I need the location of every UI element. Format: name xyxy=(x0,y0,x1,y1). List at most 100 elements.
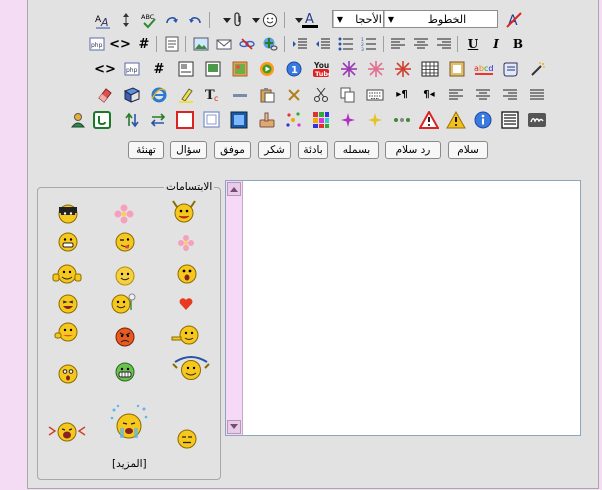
quick-button-sual[interactable]: سؤال xyxy=(170,141,207,159)
scroll-up-arrow[interactable] xyxy=(227,182,241,196)
remove-format-icon[interactable]: A xyxy=(504,10,524,30)
more-smilies-link[interactable]: [المزيد] xyxy=(112,458,147,470)
youtube-icon[interactable]: YouTube xyxy=(311,59,331,79)
document-lines-icon[interactable] xyxy=(500,110,520,130)
user-icon[interactable] xyxy=(68,110,88,130)
italic-icon[interactable]: I xyxy=(486,34,506,54)
align-center-icon[interactable] xyxy=(411,34,431,54)
scroll-text-icon[interactable] xyxy=(501,59,521,79)
quick-button-shukr[interactable]: شكر xyxy=(258,141,291,159)
html-code-icon[interactable]: <> xyxy=(109,34,131,54)
align-justify-icon[interactable] xyxy=(527,85,547,105)
code-icon[interactable]: # xyxy=(149,59,169,79)
smiley-heart[interactable] xyxy=(178,296,194,315)
cut-icon[interactable] xyxy=(311,85,331,105)
red-border-icon[interactable] xyxy=(175,110,195,130)
smiley-crying-tears[interactable] xyxy=(108,404,150,447)
underline-icon[interactable]: U xyxy=(463,34,483,54)
remove-link-icon[interactable] xyxy=(237,34,257,54)
eraser-icon[interactable] xyxy=(95,85,115,105)
quick-button-badiaa[interactable]: بادئة xyxy=(298,141,328,159)
smiley-tease[interactable] xyxy=(54,321,80,346)
book-icon[interactable] xyxy=(122,85,142,105)
smiley-cheer[interactable] xyxy=(171,354,211,385)
text-color-icon[interactable]: Tc xyxy=(203,85,223,105)
quick-button-rad-salam[interactable]: رد سلام xyxy=(385,141,441,159)
smiley-thumbs-up[interactable] xyxy=(51,262,83,289)
keyboard-icon[interactable] xyxy=(365,85,385,105)
text-direction-icon[interactable]: AA xyxy=(93,10,113,30)
code-icon[interactable]: # xyxy=(134,34,154,54)
smiley-laugh[interactable] xyxy=(58,294,78,317)
info-circle-icon[interactable]: 1 xyxy=(284,59,304,79)
font-family-select[interactable]: ▼ الخطوط xyxy=(383,10,498,28)
horizontal-rule-icon[interactable] xyxy=(230,85,250,105)
scroll-down-arrow[interactable] xyxy=(227,420,241,434)
table-icon[interactable] xyxy=(420,59,440,79)
smiley-green-grin[interactable] xyxy=(115,362,135,385)
font-color-icon[interactable]: A xyxy=(300,10,320,30)
spellcheck-icon[interactable]: ABC xyxy=(139,10,159,30)
info-icon[interactable] xyxy=(473,110,493,130)
quick-button-tahniah[interactable]: تهنئة xyxy=(128,141,164,159)
signature-icon[interactable] xyxy=(527,110,547,130)
sparkle-multi-icon[interactable] xyxy=(284,110,304,130)
star-burst-yellow-icon[interactable] xyxy=(365,110,385,130)
media-player-icon[interactable] xyxy=(257,59,277,79)
ltr-paragraph-icon[interactable]: ¶◂ xyxy=(419,85,439,105)
text-box-icon[interactable] xyxy=(176,59,196,79)
smiley-grin[interactable] xyxy=(58,232,78,255)
frame-icon[interactable] xyxy=(447,59,467,79)
attach-icon[interactable] xyxy=(228,10,248,30)
bullet-list-icon[interactable] xyxy=(336,34,356,54)
emoticon-icon[interactable] xyxy=(260,10,280,30)
image-blue-icon[interactable] xyxy=(229,110,249,130)
close-icon[interactable] xyxy=(284,85,304,105)
dots-line-icon[interactable] xyxy=(392,110,412,130)
message-editor[interactable] xyxy=(225,180,581,436)
swap-arrows-icon[interactable] xyxy=(148,110,168,130)
star-burst-purple-icon[interactable] xyxy=(338,110,358,130)
align-right-icon[interactable] xyxy=(500,85,520,105)
sort-arrows-icon[interactable] xyxy=(122,110,142,130)
insert-link-icon[interactable] xyxy=(260,34,280,54)
rtl-paragraph-icon[interactable]: ▸¶ xyxy=(392,85,412,105)
shadow-box-icon[interactable] xyxy=(202,110,222,130)
align-left-icon[interactable] xyxy=(446,85,466,105)
warning-icon[interactable] xyxy=(419,110,439,130)
copy-icon[interactable] xyxy=(338,85,358,105)
quick-button-salam[interactable]: سلام xyxy=(448,141,488,159)
sparkle-grid-icon[interactable] xyxy=(311,110,331,130)
smiley-crying-loud[interactable] xyxy=(48,421,86,446)
picture-frame-icon[interactable] xyxy=(203,59,223,79)
frame-green-icon[interactable] xyxy=(92,110,112,130)
highlighter-icon[interactable] xyxy=(176,85,196,105)
gallery-icon[interactable] xyxy=(230,59,250,79)
smiley-angry[interactable] xyxy=(115,327,135,350)
sparkle-red-icon[interactable] xyxy=(393,59,413,79)
php-code-icon[interactable]: php xyxy=(87,34,107,54)
internet-explorer-icon[interactable] xyxy=(149,85,169,105)
editor-scrollbar[interactable] xyxy=(226,181,243,435)
outdent-icon[interactable] xyxy=(313,34,333,54)
smiley-dancing[interactable] xyxy=(169,199,199,228)
smiley-wink-tongue[interactable] xyxy=(115,232,135,255)
html-tag-icon[interactable]: <> xyxy=(94,59,116,79)
quick-button-basmala[interactable]: بسمله xyxy=(334,141,379,159)
numbered-list-icon[interactable]: 123 xyxy=(359,34,379,54)
align-right-icon[interactable] xyxy=(434,34,454,54)
sort-icon[interactable] xyxy=(116,10,136,30)
redo-icon[interactable] xyxy=(162,10,182,30)
sparkle-pink-icon[interactable] xyxy=(366,59,386,79)
paste-icon[interactable] xyxy=(257,85,277,105)
smiley-flower-hold[interactable] xyxy=(110,292,138,317)
php-code-icon[interactable]: php xyxy=(122,59,142,79)
smiley-neutral[interactable] xyxy=(177,429,197,452)
caution-icon[interactable] xyxy=(446,110,466,130)
smiley-smile[interactable] xyxy=(115,266,135,289)
magic-wand-icon[interactable] xyxy=(528,59,548,79)
smiley-flower-pink[interactable] xyxy=(114,204,134,227)
smiley-surprised[interactable] xyxy=(177,264,197,287)
bold-icon[interactable]: B xyxy=(508,34,528,54)
smiley-ninja[interactable] xyxy=(58,204,78,227)
